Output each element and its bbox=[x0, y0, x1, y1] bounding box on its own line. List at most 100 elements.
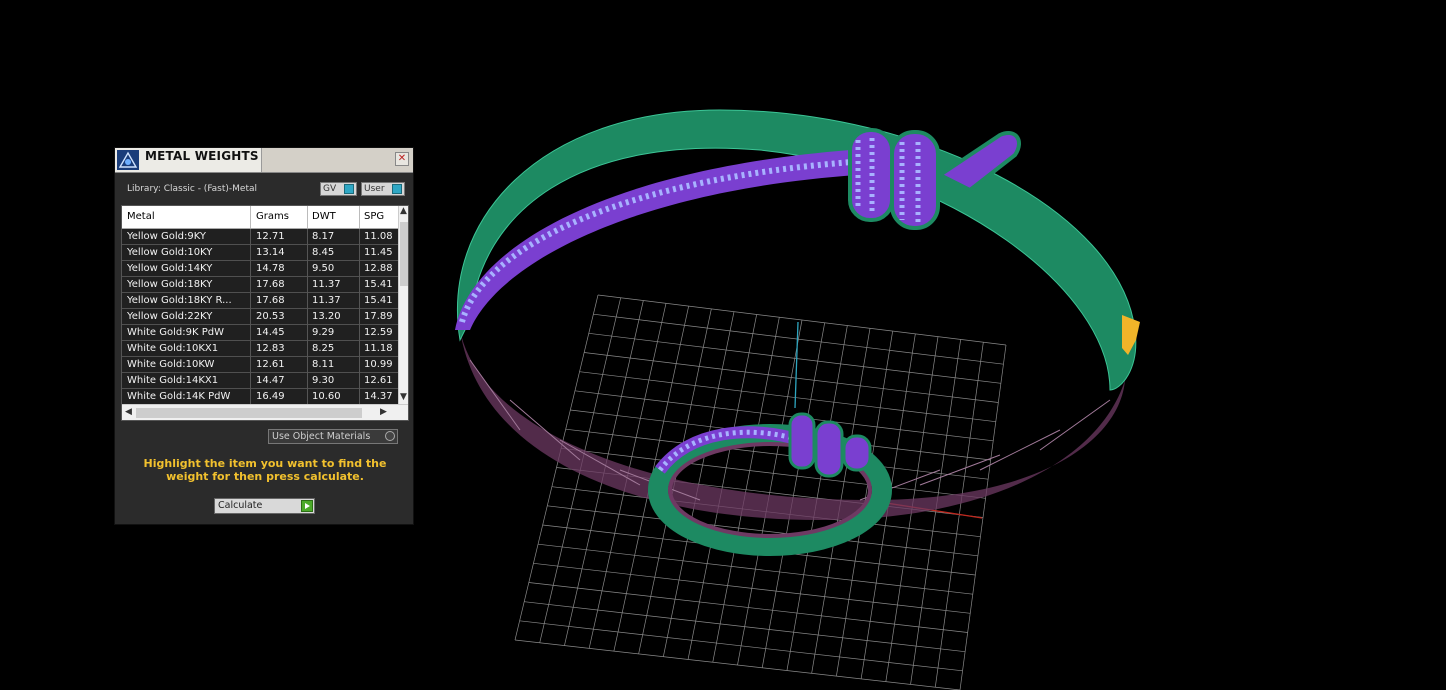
column-divider bbox=[307, 277, 308, 293]
cell-metal: White Gold:14K PdW bbox=[127, 391, 231, 402]
cell-metal: Yellow Gold:22KY bbox=[127, 311, 213, 322]
cell-dwt: 13.20 bbox=[312, 311, 341, 322]
table-row[interactable]: Yellow Gold:18KY 17.68 11.37 15.41 bbox=[122, 277, 398, 293]
ring-model[interactable] bbox=[648, 412, 892, 556]
column-divider bbox=[307, 261, 308, 277]
metal-weights-panel: METAL WEIGHTS ✕ Library: Classic - (Fast… bbox=[114, 147, 414, 525]
chevron-up-icon[interactable]: ▲ bbox=[400, 206, 407, 216]
metal-table[interactable]: Metal Grams DWT SPG Yellow Gold:9KY 12.71… bbox=[121, 205, 409, 421]
grid-line bbox=[959, 344, 1007, 690]
column-divider bbox=[250, 293, 251, 309]
user-toggle-knob bbox=[392, 184, 402, 194]
column-divider bbox=[359, 389, 360, 405]
cell-grams: 17.68 bbox=[256, 279, 285, 290]
table-row[interactable]: Yellow Gold:14KY 14.78 9.50 12.88 bbox=[122, 261, 398, 277]
cell-dwt: 9.30 bbox=[312, 375, 335, 386]
cell-grams: 13.14 bbox=[256, 247, 285, 258]
table-header: Metal Grams DWT SPG bbox=[122, 206, 398, 229]
table-row[interactable]: White Gold:14KX1 14.47 9.30 12.61 bbox=[122, 373, 398, 389]
gv-toggle[interactable]: GV bbox=[320, 182, 357, 196]
table-row[interactable]: White Gold:9K PdW 14.45 9.29 12.59 bbox=[122, 325, 398, 341]
table-row[interactable]: Yellow Gold:10KY 13.14 8.45 11.45 bbox=[122, 245, 398, 261]
ring-knot-loop-1 bbox=[788, 412, 816, 470]
header-spg[interactable]: SPG bbox=[364, 211, 384, 222]
table-row[interactable]: White Gold:10KW 12.61 8.11 10.99 bbox=[122, 357, 398, 373]
table-row[interactable]: Yellow Gold:18KY R... 17.68 11.37 15.41 bbox=[122, 293, 398, 309]
table-row[interactable]: White Gold:10KX1 12.83 8.25 11.18 bbox=[122, 341, 398, 357]
library-label: Library: Classic - (Fast)-Metal bbox=[127, 184, 258, 194]
header-divider bbox=[250, 206, 251, 228]
column-divider bbox=[359, 261, 360, 277]
column-divider bbox=[307, 293, 308, 309]
column-divider bbox=[307, 389, 308, 405]
chevron-right-icon[interactable]: ▶ bbox=[380, 407, 387, 417]
column-divider bbox=[307, 341, 308, 357]
instructions-text: Highlight the item you want to find the … bbox=[143, 457, 387, 483]
horizontal-scrollbar[interactable]: ◀ ▶ bbox=[122, 404, 408, 420]
cell-spg: 10.99 bbox=[364, 359, 393, 370]
chevron-down-icon[interactable]: ▼ bbox=[400, 392, 407, 402]
construction-grid bbox=[514, 294, 1007, 690]
grid-line bbox=[514, 639, 961, 690]
close-icon[interactable]: ✕ bbox=[395, 152, 409, 166]
cell-dwt: 11.37 bbox=[312, 295, 341, 306]
bangle-knot-loop-2 bbox=[890, 130, 940, 230]
cell-metal: Yellow Gold:14KY bbox=[127, 263, 213, 274]
radio-icon[interactable] bbox=[385, 431, 395, 441]
gv-toggle-label: GV bbox=[323, 184, 337, 194]
table-row[interactable]: Yellow Gold:9KY 12.71 8.17 11.08 bbox=[122, 229, 398, 245]
horizontal-scroll-thumb[interactable] bbox=[136, 408, 362, 418]
cell-dwt: 8.11 bbox=[312, 359, 335, 370]
cell-spg: 14.37 bbox=[364, 391, 393, 402]
cell-metal: Yellow Gold:9KY bbox=[127, 231, 206, 242]
column-divider bbox=[307, 309, 308, 325]
column-divider bbox=[307, 229, 308, 245]
cell-spg: 11.18 bbox=[364, 343, 393, 354]
table-body: Yellow Gold:9KY 12.71 8.17 11.08 Yellow Gold… bbox=[122, 229, 398, 405]
column-divider bbox=[359, 341, 360, 357]
table-row[interactable]: Yellow Gold:22KY 20.53 13.20 17.89 bbox=[122, 309, 398, 325]
cell-spg: 12.88 bbox=[364, 263, 393, 274]
cell-grams: 14.45 bbox=[256, 327, 285, 338]
user-toggle[interactable]: User bbox=[361, 182, 405, 196]
vertical-scrollbar[interactable]: ▲ ▼ bbox=[398, 206, 408, 404]
column-divider bbox=[359, 277, 360, 293]
column-divider bbox=[250, 357, 251, 373]
chevron-left-icon[interactable]: ◀ bbox=[125, 407, 132, 417]
grid-line bbox=[519, 620, 963, 672]
header-grams[interactable]: Grams bbox=[256, 211, 289, 222]
cell-metal: Yellow Gold:18KY R... bbox=[127, 295, 232, 306]
cell-spg: 11.08 bbox=[364, 231, 393, 242]
table-row[interactable]: White Gold:14K PdW 16.49 10.60 14.37 bbox=[122, 389, 398, 405]
column-divider bbox=[250, 229, 251, 245]
ring-knot-loop-3 bbox=[842, 434, 872, 472]
cell-metal: White Gold:10KW bbox=[127, 359, 215, 370]
cell-grams: 17.68 bbox=[256, 295, 285, 306]
panel-title: METAL WEIGHTS bbox=[145, 149, 259, 163]
cell-spg: 15.41 bbox=[364, 295, 393, 306]
column-divider bbox=[307, 325, 308, 341]
cell-dwt: 9.50 bbox=[312, 263, 335, 274]
cell-grams: 14.78 bbox=[256, 263, 285, 274]
header-metal[interactable]: Metal bbox=[127, 211, 155, 222]
play-icon[interactable] bbox=[301, 500, 313, 512]
cell-dwt: 10.60 bbox=[312, 391, 341, 402]
calculate-button[interactable]: Calculate bbox=[214, 498, 315, 514]
column-divider bbox=[250, 309, 251, 325]
column-divider bbox=[359, 309, 360, 325]
header-divider bbox=[359, 206, 360, 228]
column-divider bbox=[307, 357, 308, 373]
cell-grams: 12.61 bbox=[256, 359, 285, 370]
use-object-materials-option[interactable]: Use Object Materials bbox=[268, 429, 398, 444]
column-divider bbox=[250, 325, 251, 341]
vertical-scroll-thumb[interactable] bbox=[400, 222, 408, 286]
column-divider bbox=[359, 373, 360, 389]
header-dwt[interactable]: DWT bbox=[312, 211, 336, 222]
panel-title-bar[interactable]: METAL WEIGHTS ✕ bbox=[115, 148, 413, 173]
column-divider bbox=[250, 277, 251, 293]
cell-metal: Yellow Gold:18KY bbox=[127, 279, 213, 290]
cell-metal: White Gold:10KX1 bbox=[127, 343, 219, 354]
column-divider bbox=[250, 245, 251, 261]
cell-spg: 15.41 bbox=[364, 279, 393, 290]
cell-grams: 16.49 bbox=[256, 391, 285, 402]
